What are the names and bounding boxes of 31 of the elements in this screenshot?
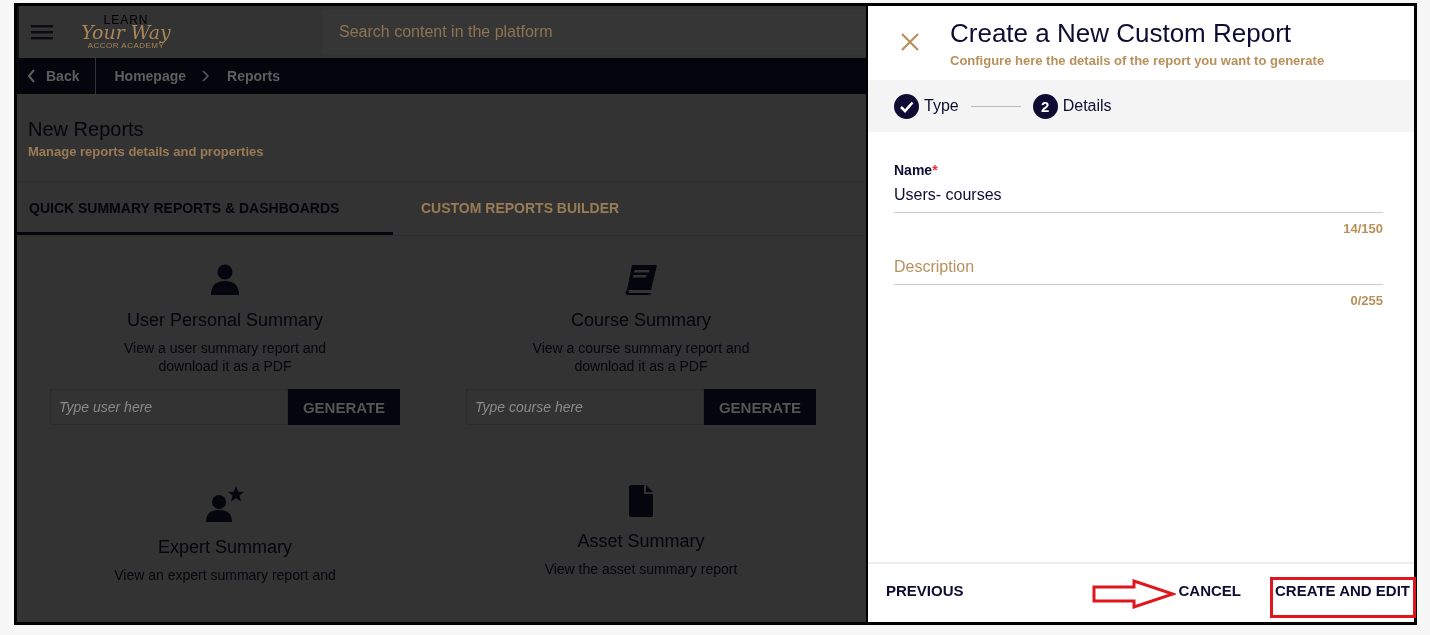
user-star-icon [205,485,245,523]
field-label: Name [894,162,933,178]
step-number: 2 [1032,93,1058,119]
character-counter: 14/150 [1343,221,1383,236]
generate-button[interactable]: GENERATE [704,389,816,425]
drawer-subtitle: Configure here the details of the report you want to generate [950,53,1325,68]
create-and-edit-button[interactable]: CREATE AND EDIT [1273,575,1412,605]
chevron-left-icon [27,69,36,83]
close-icon[interactable] [901,33,919,51]
chevron-icon [202,70,210,82]
previous-button[interactable]: PREVIOUS [884,575,966,605]
breadcrumb-link[interactable]: Reports [227,68,280,84]
menu-icon[interactable] [31,24,53,40]
logo-script: Your Way [81,23,171,42]
breadcrumb-link[interactable]: Homepage [114,68,187,84]
generate-button[interactable]: GENERATE [288,389,400,425]
logo-text: LEARN [103,14,149,26]
file-icon [628,485,654,517]
step-label: Type [924,97,959,115]
character-counter: 0/255 [1350,293,1383,308]
drawer-title: Create a New Custom Report [950,18,1293,49]
book-icon [623,264,659,296]
text-field[interactable]: Type user here [50,389,288,425]
text-field[interactable]: Type course here [466,389,704,425]
page-subtitle: Manage reports details and properties [28,144,265,159]
back-button[interactable]: Back [17,58,97,94]
tab[interactable]: CUSTOM REPORTS BUILDER [393,182,632,235]
logo-tagline: ACCOR ACADEMY [87,42,165,50]
step-label: Details [1062,97,1112,115]
user-icon [210,264,240,296]
required-mark: * [932,162,938,178]
